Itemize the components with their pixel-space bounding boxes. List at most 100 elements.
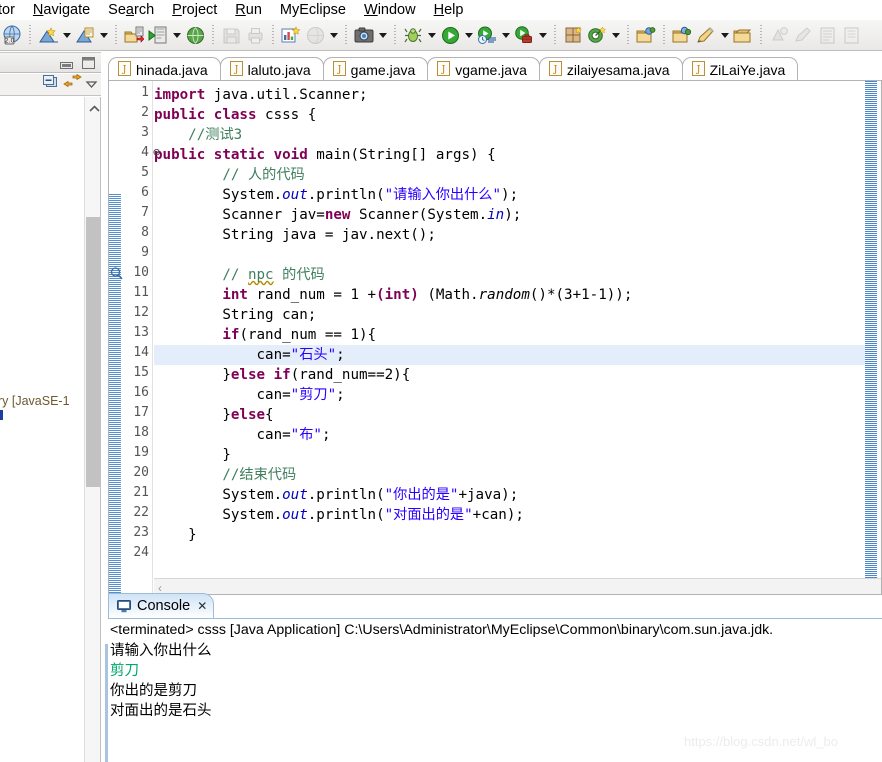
open-type-icon[interactable] — [634, 23, 658, 47]
view-menu-icon[interactable] — [85, 76, 98, 94]
maximize-icon[interactable] — [81, 56, 96, 70]
code-line[interactable]: System.out.println("对面出的是"+can); — [154, 505, 865, 525]
line-number: 5 — [141, 165, 149, 180]
deploy-dropdown[interactable] — [170, 23, 183, 47]
code-line[interactable]: import java.util.Scanner; — [154, 85, 865, 105]
browser-icon[interactable] — [183, 23, 207, 47]
editor-horizontal-scrollbar[interactable]: ‹ — [154, 578, 881, 595]
package-explorer-tree[interactable]: ry [JavaSE-1 — [0, 97, 101, 762]
open-task-icon[interactable] — [670, 23, 694, 47]
svg-text:J: J — [233, 65, 238, 75]
new-wizard-icon[interactable] — [36, 23, 60, 47]
deploy-icon[interactable] — [146, 23, 170, 47]
new-annotation-icon[interactable] — [585, 23, 609, 47]
editor-tab-zilaiye-java[interactable]: J ZiLaiYe.java — [681, 57, 799, 81]
external-tools-icon[interactable] — [512, 23, 536, 47]
import-icon[interactable] — [122, 23, 146, 47]
new-project-dropdown[interactable] — [97, 23, 110, 47]
package-explorer-scrollbar[interactable] — [84, 97, 100, 762]
web-browser-dropdown[interactable] — [327, 23, 340, 47]
editor-tab-zilaiyesama-java[interactable]: Jzilaiyesama.java — [538, 57, 683, 81]
new-task-icon[interactable] — [694, 23, 718, 47]
menu-item-run[interactable]: Run — [226, 0, 271, 20]
menu-item-navigate[interactable]: Navigate — [24, 0, 99, 20]
menu-item-window[interactable]: Window — [355, 0, 425, 20]
fold-toggle-icon[interactable]: ⊖ — [153, 145, 163, 159]
java-editor[interactable]: 1 2 3 4 5 6 7 8 9 10 11 12 13 14 15 16 17 18 19 20 21 22 23 24 … — [108, 80, 882, 621]
editor-tab-laluto-java[interactable]: Jlaluto.java — [219, 57, 324, 81]
editor-tab-label: ZiLaiYe.java — [709, 61, 786, 78]
code-line[interactable]: System.out.println("请输入你出什么"); — [154, 185, 865, 205]
code-line[interactable]: can="剪刀"; — [154, 385, 865, 405]
menu-item-myeclipse[interactable]: MyEclipse — [271, 0, 355, 20]
menu-item-help[interactable]: Help — [425, 0, 473, 20]
code-line[interactable]: System.out.println("你出的是"+java); — [154, 485, 865, 505]
code-line[interactable]: int rand_num = 1 +(int) (Math.random()*(… — [154, 285, 865, 305]
code-line[interactable]: can="石头"; — [154, 345, 865, 365]
console-output-line: 对面出的是石头 — [110, 703, 212, 719]
new-project-icon[interactable] — [73, 23, 97, 47]
scrollbar-thumb[interactable] — [86, 217, 100, 487]
code-line[interactable]: public class csss { — [154, 105, 865, 125]
code-line[interactable]: } — [154, 445, 865, 465]
main-toolbar: 2.0 — [0, 20, 882, 51]
close-icon[interactable]: ✕ — [197, 599, 207, 613]
debug-icon[interactable] — [401, 23, 425, 47]
new-wizard-dropdown[interactable] — [60, 23, 73, 47]
new-task-dropdown[interactable] — [718, 23, 731, 47]
code-line[interactable]: }else{ — [154, 405, 865, 425]
line-number: 1 — [141, 85, 149, 100]
editor-tabstrip: Jhinada.java Jlaluto.java Jgame.java Jvgame… — [108, 55, 882, 81]
editor-tab-hinada-java[interactable]: Jhinada.java — [108, 57, 221, 81]
scroll-up-icon[interactable] — [88, 101, 101, 112]
run-icon[interactable] — [438, 23, 462, 47]
code-line[interactable]: }else if(rand_num==2){ — [154, 365, 865, 385]
line-number: 12 — [133, 305, 149, 320]
code-line[interactable]: //结束代码 — [154, 465, 865, 485]
snapshot-icon[interactable] — [352, 23, 376, 47]
code-line[interactable]: can="布"; — [154, 425, 865, 445]
code-line[interactable] — [154, 245, 865, 265]
code-line[interactable]: String can; — [154, 305, 865, 325]
run-dropdown[interactable] — [462, 23, 475, 47]
line-number: 23 — [133, 525, 149, 540]
editor-tab-vgame-java[interactable]: Jvgame.java — [427, 57, 540, 81]
menu-item-project[interactable]: Project — [163, 0, 226, 20]
code-line[interactable]: if(rand_num == 1){ — [154, 325, 865, 345]
quick-fix-icon[interactable] — [110, 267, 123, 280]
code-line[interactable]: // 人的代码 — [154, 165, 865, 185]
code-line[interactable]: Scanner jav=new Scanner(System.in); — [154, 205, 865, 225]
editor-marker-column[interactable] — [109, 81, 125, 621]
menu-item-tor[interactable]: tor — [0, 0, 24, 20]
snapshot-dropdown[interactable] — [376, 23, 389, 47]
editor-overview-ruler — [865, 81, 877, 578]
editor-tab-label: zilaiyesama.java — [566, 61, 670, 78]
code-line[interactable]: public static void main(String[] args) { — [154, 145, 865, 165]
java-file-icon: J — [229, 60, 248, 79]
minimize-icon[interactable] — [59, 58, 75, 69]
code-line[interactable]: // npc 的代码 — [154, 265, 865, 285]
run-history-dropdown[interactable] — [499, 23, 512, 47]
code-line[interactable] — [154, 545, 865, 565]
new-report-icon[interactable] — [279, 23, 303, 47]
open-folder-icon[interactable] — [731, 23, 755, 47]
code-line[interactable]: } — [154, 525, 865, 545]
link-with-editor-icon[interactable] — [63, 73, 82, 95]
debug-dropdown[interactable] — [425, 23, 438, 47]
run-history-icon[interactable] — [475, 23, 499, 47]
new-annotation-dropdown[interactable] — [609, 23, 622, 47]
editor-code-area[interactable]: import java.util.Scanner; public class cs… — [154, 81, 865, 578]
code-line[interactable]: String java = jav.next(); — [154, 225, 865, 245]
web-browser-icon-disabled — [303, 23, 327, 47]
code-line[interactable]: //测试3 — [154, 125, 865, 145]
collapse-all-icon[interactable] — [42, 74, 60, 95]
new-package-icon[interactable] — [561, 23, 585, 47]
editor-vertical-scrollbar[interactable] — [865, 81, 881, 578]
external-tools-dropdown[interactable] — [536, 23, 549, 47]
svg-text:2.0: 2.0 — [5, 38, 15, 45]
editor-tab-game-java[interactable]: Jgame.java — [322, 57, 429, 81]
menu-item-search[interactable]: Search — [99, 0, 163, 20]
line-number: 6 — [141, 185, 149, 200]
tab-console[interactable]: Console ✕ — [108, 593, 215, 618]
myeclipse-2.0-icon[interactable]: 2.0 — [0, 23, 24, 47]
